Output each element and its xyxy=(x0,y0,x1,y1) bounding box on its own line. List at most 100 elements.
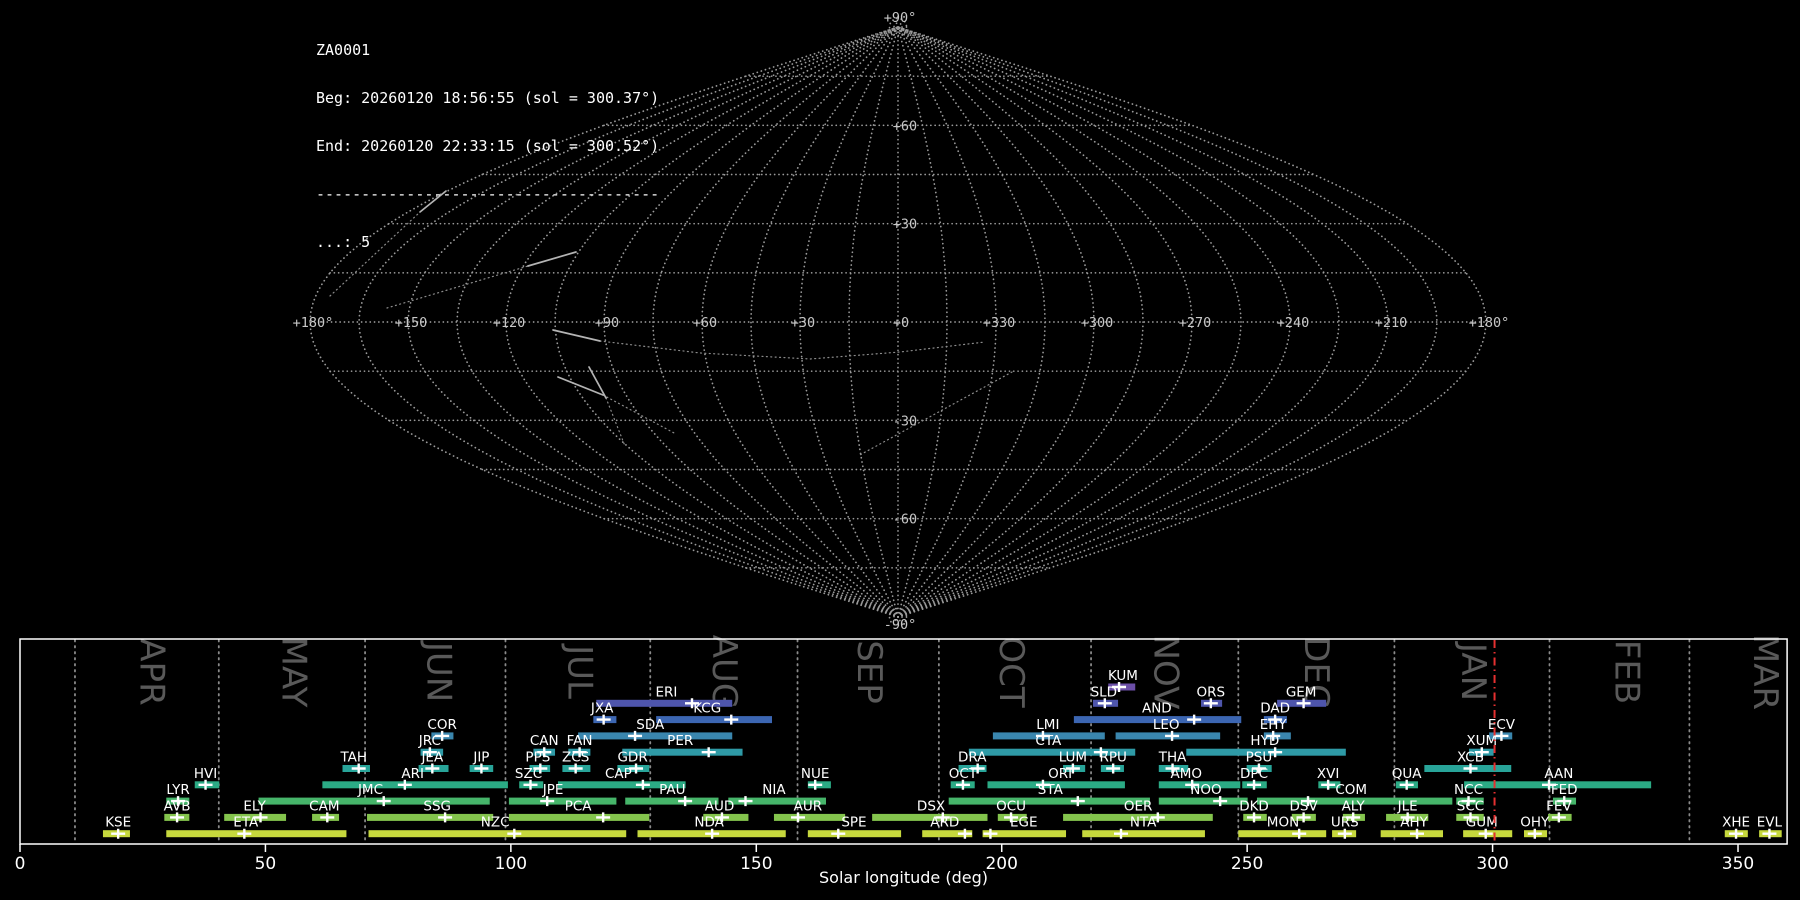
shower-label-SCC: SCC xyxy=(1457,798,1484,814)
shower-label-EHY: EHY xyxy=(1260,717,1288,733)
shower-label-AMO: AMO xyxy=(1171,766,1203,782)
grid-meridian xyxy=(897,26,1438,618)
shower-label-STA: STA xyxy=(1038,782,1064,798)
shower-label-ARD: ARD xyxy=(930,815,959,831)
month-label: NOV xyxy=(1145,635,1185,710)
meteor-count: ...: 5 xyxy=(316,233,371,251)
shower-label-GEM: GEM xyxy=(1286,684,1317,700)
shower-label-DPC: DPC xyxy=(1240,766,1268,782)
shower-label-FED: FED xyxy=(1551,782,1578,798)
shower-label-OER: OER xyxy=(1124,798,1153,814)
shower-bar-KCG xyxy=(656,716,772,724)
shower-label-RPU: RPU xyxy=(1099,750,1126,766)
shower-label-SPE: SPE xyxy=(841,815,866,831)
label-text: +90° xyxy=(884,10,917,26)
shower-label-JRC: JRC xyxy=(418,733,441,749)
meteor-observation-plot: +90° -90° +60 +30 -30 -60 +180° +150 +120 +90 +60 +… xyxy=(15,10,1788,874)
shower-label-KUM: KUM xyxy=(1108,668,1138,684)
shower-label-DKD: DKD xyxy=(1239,798,1269,814)
label-text: +30 xyxy=(893,217,917,233)
shower-label-ERI: ERI xyxy=(656,684,678,700)
shower-label-PSU: PSU xyxy=(1246,750,1273,766)
shower-bar-AUR xyxy=(773,813,846,821)
meteor-trail-extension xyxy=(857,371,1013,457)
shower-label-SSG: SSG xyxy=(423,798,451,814)
shower-bar-NOO xyxy=(1158,797,1248,805)
shower-label-GDR: GDR xyxy=(617,750,647,766)
shower-label-EVL: EVL xyxy=(1757,815,1783,831)
shower-label-KSE: KSE xyxy=(105,815,131,831)
shower-label-ELY: ELY xyxy=(243,798,266,814)
observation-info-panel: ZA0001 Beg: 20260120 18:56:55 (sol = 300… xyxy=(316,10,659,282)
shower-label-HYD: HYD xyxy=(1250,733,1279,749)
shower-label-ETA: ETA xyxy=(233,815,259,831)
shower-label-ZCS: ZCS xyxy=(562,750,589,766)
shower-label-DSX: DSX xyxy=(917,798,945,814)
shower-label-ORI: ORI xyxy=(1048,766,1072,782)
shower-label-ECV: ECV xyxy=(1488,717,1516,733)
shower-label-AUR: AUR xyxy=(794,798,823,814)
shower-label-AND: AND xyxy=(1142,701,1172,717)
month-label: JUN xyxy=(418,640,458,702)
shower-label-OCT: OCT xyxy=(949,766,978,782)
shower-label-JEA: JEA xyxy=(420,750,444,766)
shower-label-CAM: CAM xyxy=(309,798,339,814)
shower-label-NUE: NUE xyxy=(801,766,830,782)
shower-label-XHE: XHE xyxy=(1722,815,1750,831)
month-label: FEB xyxy=(1606,640,1646,704)
shower-label-DSV: DSV xyxy=(1290,798,1319,814)
shower-label-ORS: ORS xyxy=(1197,684,1226,700)
shower-label-QUA: QUA xyxy=(1392,766,1423,782)
shower-bar-PCA xyxy=(508,813,650,821)
label-text: +180° xyxy=(293,315,334,331)
month-label: MAY xyxy=(274,637,314,708)
shower-label-URS: URS xyxy=(1331,815,1359,831)
month-label: JUL xyxy=(559,643,599,699)
label-text: +300 xyxy=(1081,315,1114,331)
shower-bar-SDA xyxy=(578,732,733,740)
label-text: +90 xyxy=(595,315,619,331)
shower-label-CAP: CAP xyxy=(605,766,632,782)
shower-label-HVI: HVI xyxy=(194,766,217,782)
shower-label-AUD: AUD xyxy=(705,798,735,814)
label-text: +180° xyxy=(1469,315,1510,331)
shower-label-OCU: OCU xyxy=(996,798,1026,814)
shower-label-JPE: JPE xyxy=(542,782,564,798)
label-text: -30 xyxy=(893,413,917,429)
shower-label-FAN: FAN xyxy=(567,733,593,749)
shower-label-JMC: JMC xyxy=(357,782,383,798)
label-text: +330 xyxy=(983,315,1016,331)
shower-label-PPS: PPS xyxy=(525,750,550,766)
station-id: ZA0001 xyxy=(316,41,371,59)
shower-label-NDA: NDA xyxy=(694,815,724,831)
shower-bar-NZC xyxy=(368,830,627,838)
label-text: +210 xyxy=(1375,315,1408,331)
label-text: +0 xyxy=(893,315,909,331)
label-text: +30 xyxy=(791,315,815,331)
shower-bar-STA xyxy=(948,797,1150,805)
shower-label-EGE: EGE xyxy=(1010,815,1038,831)
shower-label-LMI: LMI xyxy=(1036,717,1059,733)
label-text: -90° xyxy=(884,617,917,633)
shower-label-ARI: ARI xyxy=(401,766,424,782)
month-label: JAN xyxy=(1453,641,1493,701)
month-label: OCT xyxy=(991,636,1031,708)
shower-label-XUM: XUM xyxy=(1466,733,1497,749)
shower-label-PAU: PAU xyxy=(659,782,685,798)
shower-label-JIP: JIP xyxy=(472,750,489,766)
shower-label-DRA: DRA xyxy=(958,750,987,766)
shower-label-JXA: JXA xyxy=(590,701,614,717)
shower-label-COM: COM xyxy=(1335,782,1367,798)
shower-label-SLD: SLD xyxy=(1091,684,1118,700)
shower-bar-NTA xyxy=(1082,830,1205,838)
shower-label-AAN: AAN xyxy=(1544,766,1573,782)
label-text: -60 xyxy=(893,512,917,528)
label-text: +60 xyxy=(893,118,917,134)
shower-label-TAH: TAH xyxy=(339,750,367,766)
shower-label-DAD: DAD xyxy=(1260,701,1290,717)
shower-label-CAN: CAN xyxy=(530,733,559,749)
shower-label-FEV: FEV xyxy=(1546,798,1572,814)
shower-label-GUM: GUM xyxy=(1466,815,1498,831)
shower-label-COR: COR xyxy=(427,717,456,733)
shower-bar-JPE xyxy=(508,797,617,805)
